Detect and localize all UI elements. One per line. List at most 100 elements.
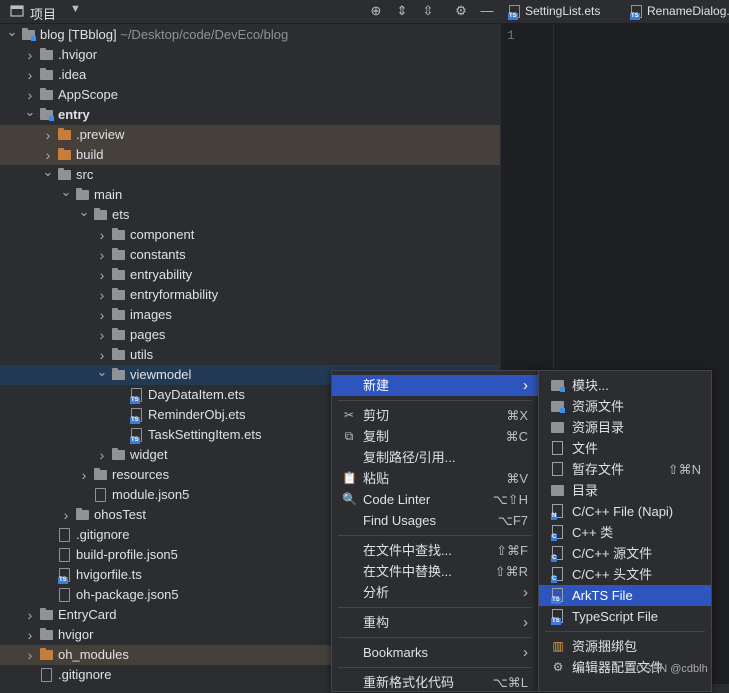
menu-item[interactable]: Find Usages ⌥F7 <box>332 510 538 531</box>
project-path: ~/Desktop/code/DevEco/blog <box>116 27 289 42</box>
collapse-all-icon[interactable]: ⇳ <box>419 2 437 20</box>
tree-item[interactable]: › constants <box>0 245 500 265</box>
chevron-right-icon[interactable]: › <box>42 125 54 145</box>
chevron-right-icon[interactable]: › <box>24 65 36 85</box>
gear-icon[interactable]: ⚙ <box>452 2 470 20</box>
chevron-right-icon[interactable]: › <box>96 325 108 345</box>
chevron-right-icon[interactable]: › <box>96 305 108 325</box>
chevron-right-icon[interactable]: › <box>78 465 90 485</box>
chevron-down-icon[interactable]: ⌄ <box>42 165 54 179</box>
minimize-icon[interactable]: — <box>478 2 496 20</box>
shortcut-label: ⇧⌘R <box>494 564 528 579</box>
menu-item[interactable]: 新建 › <box>332 375 538 396</box>
chevron-right-icon: › <box>523 644 528 661</box>
tree-item[interactable]: › entryability <box>0 265 500 285</box>
chevron-right-icon[interactable]: › <box>24 625 36 645</box>
chevron-right-icon[interactable]: › <box>24 85 36 105</box>
tree-item[interactable]: ⌄ src <box>0 165 500 185</box>
tree-item[interactable]: › component <box>0 225 500 245</box>
tree-item[interactable]: › build <box>0 145 500 165</box>
context-menu: 新建 › ✂ 剪切 ⌘X ⧉ 复制 ⌘C 复制路径/引用... 📋 粘贴 ⌘V 🔍 Code Linter… <box>331 370 539 692</box>
chevron-right-icon[interactable]: › <box>24 645 36 665</box>
menu-item-label: 粘贴 <box>363 471 390 486</box>
tree-item-label: build <box>76 147 104 162</box>
menu-item[interactable]: 📋 粘贴 ⌘V <box>332 468 538 489</box>
tree-item-label: images <box>130 307 172 322</box>
tree-item[interactable]: › images <box>0 305 500 325</box>
chevron-right-icon[interactable]: › <box>96 445 108 465</box>
expand-all-icon[interactable]: ⇕ <box>393 2 411 20</box>
tree-item[interactable]: › .hvigor <box>0 45 500 65</box>
tree-item-label: main <box>94 187 123 202</box>
menu-item[interactable]: 重新格式化代码 ⌥⌘L <box>332 672 538 693</box>
tree-item-label: entry <box>58 107 90 122</box>
chevron-right-icon[interactable]: › <box>24 605 36 625</box>
chevron-down-icon[interactable]: ⌄ <box>96 365 108 379</box>
folder-icon <box>112 368 125 380</box>
menu-separator <box>338 400 532 401</box>
menu-item-label: Bookmarks <box>363 645 429 660</box>
tree-item[interactable]: ⌄ blog [TBblog] ~/Desktop/code/DevEco/blo… <box>0 25 500 45</box>
chevron-down-icon[interactable]: ⌄ <box>6 25 18 39</box>
tab-settinglist[interactable]: SettingList.ets <box>508 4 601 21</box>
chevron-right-icon[interactable]: › <box>24 45 36 65</box>
folder-icon <box>40 88 53 100</box>
menu-item[interactable]: C++ 类 <box>539 522 711 543</box>
menu-item[interactable]: 暂存文件 ⇧⌘N <box>539 459 711 480</box>
menu-item[interactable]: 目录 <box>539 480 711 501</box>
menu-item[interactable]: 分析 › <box>332 582 538 603</box>
tab-label: SettingList.ets <box>525 4 601 18</box>
menu-item[interactable]: 模块... <box>539 375 711 396</box>
chevron-right-icon[interactable]: › <box>42 145 54 165</box>
menu-item[interactable]: C/C++ 源文件 <box>539 543 711 564</box>
chevron-right-icon[interactable]: › <box>96 285 108 305</box>
menu-item[interactable]: 文件 <box>539 438 711 459</box>
tree-item[interactable]: ⌄ ets <box>0 205 500 225</box>
menu-item[interactable]: 在文件中查找... ⇧⌘F <box>332 540 538 561</box>
menu-item-label: 新建 <box>363 378 390 393</box>
chevron-right-icon[interactable]: › <box>96 245 108 265</box>
menu-item[interactable]: ▥ 资源捆绑包 <box>539 636 711 657</box>
tree-item[interactable]: ⌄ entry <box>0 105 500 125</box>
menu-item[interactable]: Bookmarks › <box>332 642 538 663</box>
tree-item[interactable]: › pages <box>0 325 500 345</box>
chevron-right-icon: › <box>523 377 528 394</box>
menu-item[interactable]: ⧉ 复制 ⌘C <box>332 426 538 447</box>
tree-item-label: viewmodel <box>130 367 192 382</box>
chevron-down-icon[interactable]: ⌄ <box>78 205 90 219</box>
chevron-down-icon[interactable]: ⌄ <box>24 105 36 119</box>
menu-item-label: 在文件中替换... <box>363 564 452 579</box>
chevron-right-icon[interactable]: › <box>96 265 108 285</box>
menu-item[interactable]: TypeScript File <box>539 606 711 627</box>
chevron-right-icon[interactable]: › <box>60 505 72 525</box>
tree-item[interactable]: ⌄ main <box>0 185 500 205</box>
tree-item[interactable]: › entryformability <box>0 285 500 305</box>
chevron-down-icon[interactable]: ▼ <box>70 3 81 15</box>
menu-item[interactable]: C/C++ 头文件 <box>539 564 711 585</box>
menu-item[interactable]: C/C++ File (Napi) <box>539 501 711 522</box>
chevron-right-icon[interactable]: › <box>96 225 108 245</box>
menu-item[interactable]: 资源文件 <box>539 396 711 417</box>
menu-item[interactable]: 🔍 Code Linter ⌥⇧H <box>332 489 538 510</box>
tree-item-label: src <box>76 167 94 182</box>
menu-item[interactable]: ArkTS File <box>539 585 711 606</box>
tree-item[interactable]: › .idea <box>0 65 500 85</box>
ts-file-icon <box>58 568 70 584</box>
menu-item[interactable]: 复制路径/引用... <box>332 447 538 468</box>
project-panel-title[interactable]: 项目 <box>30 4 56 23</box>
project-view-icon[interactable] <box>10 4 24 18</box>
menu-item[interactable]: 在文件中替换... ⇧⌘R <box>332 561 538 582</box>
folder-icon <box>40 48 53 60</box>
menu-item[interactable]: 重构 › <box>332 612 538 633</box>
menu-item[interactable]: 资源目录 <box>539 417 711 438</box>
tree-item[interactable]: › AppScope <box>0 85 500 105</box>
chevron-down-icon[interactable]: ⌄ <box>60 185 72 199</box>
tab-renamedialog[interactable]: RenameDialog.e <box>630 4 729 21</box>
locate-icon[interactable]: ⊕ <box>367 2 385 20</box>
cpp-file-icon <box>551 525 563 541</box>
chevron-right-icon[interactable]: › <box>96 345 108 365</box>
tree-item[interactable]: › utils <box>0 345 500 365</box>
folder-icon <box>94 468 107 480</box>
menu-item[interactable]: ✂ 剪切 ⌘X <box>332 405 538 426</box>
tree-item[interactable]: › .preview <box>0 125 500 145</box>
